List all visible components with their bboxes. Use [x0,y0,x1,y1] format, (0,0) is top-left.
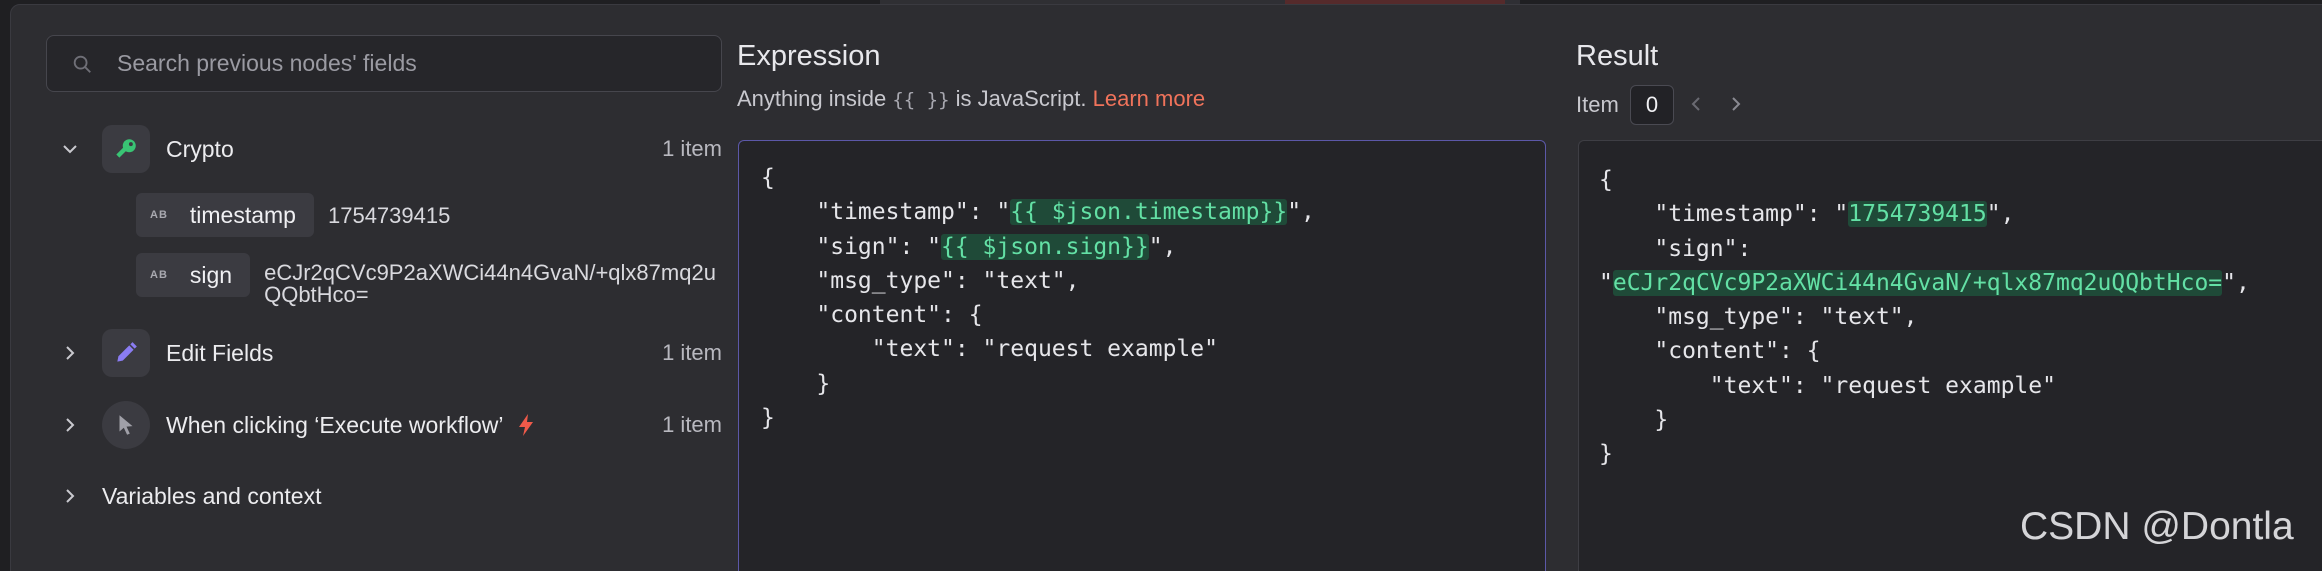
code-line: " [1599,269,1613,296]
code-line: { [1599,167,1613,193]
string-type-icon: AB [150,269,168,281]
code-line: "text": "request example" [761,336,1218,363]
field-timestamp[interactable]: AB timestamp 1754739415 [136,193,450,237]
expression-token: {{ $json.timestamp}} [1010,199,1288,226]
node-item-count: 1 item [662,340,722,365]
node-edit-fields[interactable]: Edit Fields 1 item [56,328,722,378]
search-field[interactable] [46,35,722,92]
hint-braces: {{ }} [892,89,950,111]
field-name: timestamp [189,201,296,228]
item-index-input[interactable]: 0 [1630,85,1674,125]
hint-suffix: is JavaScript. [955,86,1087,111]
field-pill[interactable]: AB sign [136,253,251,297]
node-manual-trigger[interactable]: When clicking ‘Execute workflow’ 1 item [56,400,722,450]
node-name: Edit Fields [166,339,274,366]
resolved-value: eCJr2qCVc9P2aXWCi44n4GvaN/+qlx87mq2uQQbt… [1612,269,2223,296]
cursor-icon [102,401,150,449]
search-input[interactable] [117,50,677,77]
variables-label: Variables and context [102,482,322,509]
code-line: "timestamp": " [1599,201,1849,228]
code-line: } [1599,407,1669,434]
lightning-icon [519,414,534,436]
search-icon [73,55,91,73]
node-item-count: 1 item [662,136,722,161]
chevron-left-icon[interactable] [1686,92,1706,116]
code-line: } [761,370,831,397]
expression-token: {{ $json.sign}} [941,233,1149,260]
expression-editor[interactable]: { "timestamp": "{{ $json.timestamp}}", "… [738,140,1546,571]
hint-prefix: Anything inside [737,86,887,111]
code-line: } [1599,441,1613,468]
expression-title: Expression [737,40,881,72]
node-item-count: 1 item [662,412,722,437]
pencil-icon [102,329,150,377]
chevron-right-icon[interactable] [56,411,84,439]
field-pill[interactable]: AB timestamp [136,193,314,237]
code-line: "content": { [1599,338,1821,365]
code-line: "sign": [1599,235,1752,262]
learn-more-link[interactable]: Learn more [1093,86,1206,111]
chevron-right-icon[interactable] [1726,92,1746,116]
code-line: ", [1986,201,2015,228]
chevron-down-icon[interactable] [56,135,84,163]
expression-code[interactable]: { "timestamp": "{{ $json.timestamp}}", "… [761,161,1315,435]
field-sign[interactable]: AB sign eCJr2qCVc9P2aXWCi44n4GvaN/+qlx87… [136,253,724,306]
item-label: Item [1576,92,1619,117]
field-value: eCJr2qCVc9P2aXWCi44n4GvaN/+qlx87mq2uQQbt… [264,260,716,307]
code-line: "msg_type": "text", [1599,304,1918,331]
code-line: "text": "request example" [1599,372,2056,399]
code-line: ", [1148,233,1177,260]
field-name: sign [189,261,233,288]
expression-hint: Anything inside {{ }} is JavaScript. Lea… [737,86,1205,112]
node-name: Crypto [166,135,234,162]
code-line: "timestamp": " [761,199,1011,226]
code-line: { [761,165,775,191]
code-line: "content": { [761,302,983,329]
node-crypto[interactable]: Crypto 1 item [56,124,722,174]
variables-and-context[interactable]: Variables and context [56,471,722,521]
field-value: 1754739415 [327,203,451,228]
code-line: "sign": " [761,233,942,260]
string-type-icon: AB [150,209,168,221]
chevron-right-icon[interactable] [56,482,84,510]
key-icon [102,125,150,173]
watermark: CSDN @Dontla [2020,505,2294,548]
node-name: When clicking ‘Execute workflow’ [166,411,504,438]
code-line: "msg_type": "text", [761,267,1080,294]
code-line: ", [1287,199,1315,226]
result-code: { "timestamp": "1754739415", "sign": "eC… [1599,163,2250,472]
code-line: } [761,405,775,432]
resolved-value: 1754739415 [1848,201,1987,228]
code-line: ", [2222,269,2250,296]
chevron-right-icon[interactable] [56,339,84,367]
result-title: Result [1576,40,1659,72]
